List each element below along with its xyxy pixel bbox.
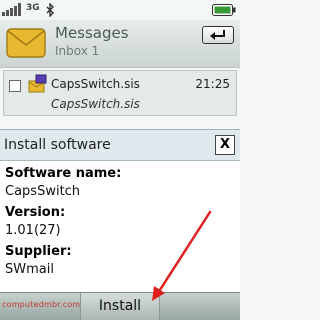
page-title: Messages bbox=[55, 24, 129, 42]
message-time: 21:25 bbox=[195, 77, 230, 91]
message-checkbox[interactable] bbox=[9, 80, 21, 92]
back-arrow-icon bbox=[210, 30, 225, 40]
supplier-label: Supplier: bbox=[5, 244, 72, 259]
message-list-item[interactable]: CapsSwitch.sis 21:25 CapsSwitch.sis bbox=[3, 70, 237, 116]
envelope-icon bbox=[6, 28, 46, 58]
version-label: Version: bbox=[5, 205, 66, 220]
install-dialog: Install software X Software name: CapsSw… bbox=[0, 129, 240, 292]
supplier-value: SWmail bbox=[5, 262, 54, 277]
message-subject: CapsSwitch.sis bbox=[51, 97, 140, 111]
folder-subtitle: Inbox 1 bbox=[55, 44, 100, 58]
messages-header: Messages Inbox 1 bbox=[0, 20, 240, 68]
watermark-text: computedmbr.com bbox=[2, 300, 81, 309]
close-button[interactable]: X bbox=[215, 135, 235, 155]
version-value: 1.01(27) bbox=[5, 223, 61, 238]
install-button[interactable]: Install bbox=[80, 293, 160, 320]
battery-icon bbox=[212, 4, 236, 16]
software-name-value: CapsSwitch bbox=[5, 184, 81, 199]
back-button[interactable] bbox=[202, 26, 234, 44]
dialog-title: Install software bbox=[4, 137, 111, 153]
message-sender: CapsSwitch.sis bbox=[51, 77, 140, 91]
software-name-label: Software name: bbox=[5, 166, 122, 181]
status-bar: 3G bbox=[0, 0, 240, 20]
network-indicator: 3G bbox=[26, 3, 40, 13]
sis-package-icon bbox=[28, 74, 47, 93]
bluetooth-icon bbox=[46, 3, 54, 17]
signal-bars-icon bbox=[2, 3, 21, 16]
dialog-header: Install software X bbox=[0, 130, 240, 161]
dialog-body: Software name: CapsSwitch Version: 1.01(… bbox=[0, 161, 240, 279]
